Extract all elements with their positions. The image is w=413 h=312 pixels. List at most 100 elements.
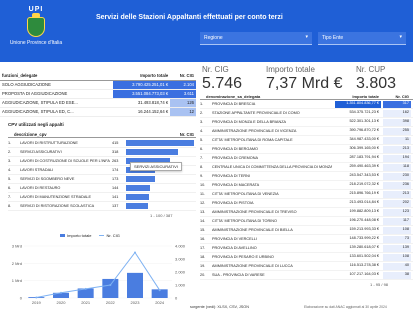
line-point (60, 291, 62, 294)
source-links[interactable]: sorgente (vedi): XLSX, CSV, JSON (190, 305, 249, 309)
row-importo: 159.213.993,33 € (349, 227, 379, 231)
table-row[interactable]: 19. AMMINISTRAZIONE PROVINCIALE DI LUCCA 1… (200, 262, 413, 271)
row-index: 4. (200, 129, 204, 133)
col-funzioni[interactable]: funzioni_delegate (0, 72, 114, 81)
table-row[interactable]: 7. PROVINCIA DI CREMONA 287.183.791,94 € 19… (200, 154, 413, 163)
bar (127, 272, 143, 298)
row-label: PROVINCIA DI BERGAMO (212, 147, 258, 151)
x-tick: 2023 (131, 300, 141, 305)
row-bar (126, 185, 150, 191)
table-row[interactable]: 2. STAZIONE APPALTANTE PROVINCIALE DI COM… (200, 109, 413, 118)
region-filter[interactable]: Regione ▾ (200, 32, 312, 45)
row-label: SERVIZI DI RISTORAZIONE SCOLASTICA (20, 204, 95, 208)
upi-logo: UPI Unione Province d'Italia (6, 6, 66, 58)
row-value: 137 (112, 204, 119, 208)
list-item[interactable]: 2. SERVIZI ASSICURATIVI 318 (8, 148, 196, 157)
row-label: PROPOSTA DI AGGIUDICAZIONE (0, 89, 114, 99)
legend-importo: Importo totale (60, 233, 91, 238)
row-index: 6. (8, 186, 12, 190)
row-index: 1. (200, 102, 204, 106)
table-row[interactable]: 9. PROVINCIA DI TERNI 243.547.343,53 € 230 (200, 172, 413, 181)
col-enti-cig[interactable]: Nr. CIG (395, 94, 409, 99)
table-row[interactable]: 5. CITTA' METROPOLITANA DI ROMA CAPITALE 3… (200, 136, 413, 145)
col-cpv-cig[interactable]: Nr. CIG (180, 132, 194, 137)
table-row[interactable]: 20. SUA - PROVINCIA DI VARESE 107.217.164,… (200, 271, 413, 280)
table-row[interactable]: 14. CITTA' METROPOLITANA DI TORINO 196.270… (200, 217, 413, 226)
list-item[interactable]: 1. LAVORI DI RISTRUTTURAZIONE 415 (8, 139, 196, 148)
row-cig: 3.611 (170, 89, 196, 99)
row-importo: 390.796.870,72 € (349, 128, 379, 132)
list-item[interactable]: 8. SERVIZI DI RISTORAZIONE SCOLASTICA 137 (8, 202, 196, 211)
table-row[interactable]: 11. CITTA' METROPOLITANA DI VENEZIA 215.89… (200, 190, 413, 199)
row-bar (126, 140, 194, 146)
chevron-down-icon: ▾ (305, 34, 308, 40)
row-label: CITTA' METROPOLITANA DI ROMA CAPITALE (212, 138, 293, 142)
table-row[interactable]: 12. PROVINCIA DI PISTOIA 213.493.014,84 € 2… (200, 199, 413, 208)
table-row[interactable]: 16. PROVINCIA DI VERCELLI 148.733.999,22 €… (200, 235, 413, 244)
funzioni-table: funzioni_delegate Importo totale Nr. CIG… (0, 72, 196, 117)
row-label: PROVINCIA DI VERCELLI (212, 237, 257, 241)
list-item[interactable]: 5. SERVIZI DI SGOMBERO NEVE 173 (8, 175, 196, 184)
x-tick: 2020 (57, 300, 67, 305)
table-row[interactable]: 6. PROVINCIA DI BERGAMO 306.399.165,00 € 21… (200, 145, 413, 154)
row-label: CITTA' METROPOLITANA DI TORINO (212, 219, 277, 223)
row-cig: 213 (383, 146, 411, 153)
kpi-importo-label: Importo totale (266, 65, 315, 74)
row-label: SERVIZI DI SGOMBERO NEVE (20, 177, 75, 181)
logo-text: UPI (28, 6, 44, 13)
enti-pager[interactable]: 1 - 95 / 98 (370, 282, 388, 287)
row-label: AMMINISTRAZIONE PROVINCIALE DI LUCCA (212, 264, 293, 268)
row-label: PROVINCIA DI MACERATA (212, 183, 260, 187)
list-item[interactable]: 6. LAVORI DI RESTAURO 144 (8, 184, 196, 193)
row-index: 14. (200, 219, 206, 223)
row-importo: 139.280.618,07 € (349, 245, 379, 249)
cpv-pager[interactable]: 1 - 100 / 387 (150, 213, 172, 218)
row-cig: 236 (383, 182, 411, 189)
table-row[interactable]: 18. PROVINCIA DI PESARO E URBINO 133.601.5… (200, 253, 413, 262)
row-index: 5. (200, 138, 204, 142)
row-cig: 73 (383, 236, 411, 243)
row-label: CENTRALE UNICA DI COMMITTENZA DELLA PROV… (212, 165, 332, 169)
table-row[interactable]: 8. CENTRALE UNICA DI COMMITTENZA DELLA PR… (200, 163, 413, 172)
row-importo: 3.551.084.773,03 € (113, 89, 171, 99)
table-row[interactable]: AGGIUDICAZIONE, STIPULA ED ESE... 31.493… (0, 98, 196, 108)
table-row[interactable]: AGGIUDICAZIONE, STIPULA ED, C... 16.244.… (0, 107, 196, 117)
row-index: 19. (200, 264, 206, 268)
table-row[interactable]: 3. PROVINCIA DI MONZA E DELLA BRIANZA 522.… (200, 118, 413, 127)
row-importo: 213.493.014,84 € (349, 200, 379, 204)
row-value: 263 (112, 159, 119, 163)
line-point (134, 251, 136, 254)
table-row[interactable]: SOLO AGGIUDICAZIONE 3.790.425.251,01 € 2… (0, 80, 196, 90)
col-cpv[interactable]: descrizione_cpv (14, 132, 47, 137)
table-row[interactable]: PROPOSTA DI AGGIUDICAZIONE 3.551.084.773… (0, 89, 196, 99)
table-row[interactable]: 17. PROVINCIA DI AVELLINO 139.280.618,07 €… (200, 244, 413, 253)
col-cig[interactable]: Nr. CIG (170, 72, 196, 81)
table-row[interactable]: 1. PROVINCIA DI BRESCIA 1.351.804.836,77 €… (200, 100, 413, 109)
row-value: 141 (112, 195, 119, 199)
row-cig: 162 (383, 110, 411, 117)
logo-subtitle: Unione Province d'Italia (9, 40, 63, 46)
y-left-tick: 0 (20, 296, 23, 301)
col-enti-importo[interactable]: Importo totale (352, 94, 379, 99)
row-importo: 31.493.818,74 € (113, 98, 171, 108)
col-importo[interactable]: Importo totale (113, 72, 171, 81)
list-item[interactable]: 7. LAVORI DI MANUTENZIONE STRADALE 141 (8, 193, 196, 202)
kpi-cig-value: 5.746 (202, 75, 243, 92)
row-label: AGGIUDICAZIONE, STIPULA ED, C... (0, 107, 114, 117)
table-row[interactable]: 10. PROVINCIA DI MACERATA 218.219.072,32 €… (200, 181, 413, 190)
ente-type-filter[interactable]: Tipo Ente ▾ (318, 32, 406, 45)
line-point (109, 284, 112, 286)
row-importo: 243.547.343,53 € (349, 173, 379, 177)
row-cig: 139 (383, 245, 411, 252)
row-label: LAVORI DI RESTAURO (20, 186, 61, 190)
table-row[interactable]: 13. AMMINISTRAZIONE PROVINCIALE DI TREVIS… (200, 208, 413, 217)
table-row[interactable]: 4. AMMINISTRAZIONE PROVINCIALE DI VICENZA… (200, 127, 413, 136)
row-label: LAVORI DI MANUTENZIONE STRADALE (20, 195, 92, 199)
row-index: 18. (200, 255, 206, 259)
kpi-cup-value: 3.803 (356, 75, 397, 92)
kpi-cig-label: Nr. CIG (202, 65, 229, 74)
table-row[interactable]: 15. AMMINISTRAZIONE PROVINCIALE DI BIELLA… (200, 226, 413, 235)
col-denominazione[interactable]: denominazione_sa_delegata (206, 94, 260, 99)
row-index: 12. (200, 201, 206, 205)
page-title: Servizi delle Stazioni Appaltanti effett… (96, 14, 283, 21)
